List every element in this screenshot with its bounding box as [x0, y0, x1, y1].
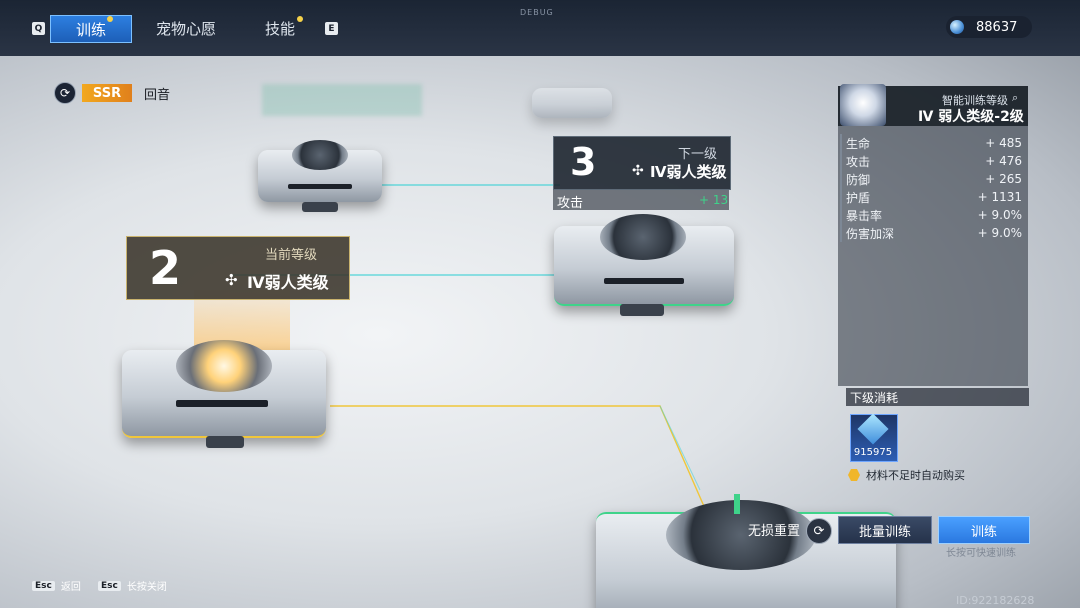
stat-value: + 9.0%: [977, 208, 1022, 222]
stat-name: 攻击: [846, 154, 871, 169]
stats-panel-header: 智能训练等级 ⌕ Ⅳ 弱人类级-2级: [838, 84, 1028, 126]
stat-name: 生命: [846, 136, 871, 151]
stat-name: 伤害加深: [846, 226, 895, 241]
close-label: 长按关闭: [126, 582, 167, 593]
robot-avatar: [840, 84, 886, 126]
cost-quantity: 915975: [853, 447, 893, 458]
currency-value: 88637: [976, 19, 1018, 35]
esc-keycap: Esc: [32, 580, 55, 591]
stat-row: 生命 + 485: [840, 134, 1022, 152]
switch-echo-button[interactable]: ⟳: [54, 82, 76, 104]
esc-keycap: Esc: [98, 580, 121, 591]
train-label: 训练: [970, 524, 997, 540]
stat-name: 防御: [846, 172, 871, 187]
notification-dot: [107, 16, 113, 22]
refresh-icon: ⟳: [59, 86, 71, 100]
refresh-icon: ⟳: [813, 523, 825, 539]
attr-name: 攻击: [557, 196, 584, 211]
stat-divider: [840, 134, 842, 152]
crystal-icon: [950, 20, 964, 34]
back-label: 返回: [60, 582, 81, 593]
stat-name: 暴击率: [846, 208, 883, 223]
cost-title: 下级消耗: [850, 390, 899, 405]
stat-divider: [840, 206, 842, 224]
notification-dot: [297, 16, 303, 22]
next-level-label: 下一级: [678, 147, 718, 162]
stat-divider: [840, 188, 842, 206]
key-hint-q: Q: [32, 22, 45, 35]
next-level-card: 3 下一级 ✣ Ⅳ弱人类级: [553, 136, 731, 190]
search-icon[interactable]: ⌕: [1012, 91, 1018, 105]
stat-divider: [840, 152, 842, 170]
currency-display: 88637: [946, 16, 1032, 38]
stat-value: + 265: [985, 172, 1022, 186]
stat-row: 伤害加深 + 9.0%: [840, 224, 1022, 242]
tab-pet-wish-label: 宠物心愿: [155, 19, 216, 38]
tab-pet-wish[interactable]: 宠物心愿: [146, 15, 226, 41]
stat-value: + 485: [985, 136, 1022, 150]
current-level-label: 当前等级: [265, 248, 318, 263]
train-button[interactable]: 训练: [938, 516, 1030, 544]
rank-icon: ✣: [632, 163, 644, 179]
tab-training-label: 训练: [75, 20, 106, 39]
batch-train-label: 批量训练: [858, 524, 911, 540]
panel-level: Ⅳ 弱人类级-2级: [918, 109, 1024, 125]
next-level-rank: Ⅳ弱人类级: [650, 163, 727, 181]
reset-label: 无损重置: [748, 524, 801, 539]
echo-name: 回音: [144, 87, 171, 103]
stat-row: 护盾 + 1131: [840, 188, 1022, 206]
stat-row: 暴击率 + 9.0%: [840, 206, 1022, 224]
blurred-label: [262, 84, 422, 116]
tab-training[interactable]: 训练: [50, 15, 132, 43]
tab-skills-label: 技能: [264, 19, 295, 38]
attr-value: + 13: [699, 193, 729, 207]
stat-value: + 476: [985, 154, 1022, 168]
cost-header: 下级消耗: [846, 388, 1029, 406]
stat-value: + 9.0%: [977, 226, 1022, 240]
close-hint[interactable]: Esc 长按关闭: [98, 578, 167, 593]
echo-selector: ⟳ SSR 回音: [54, 82, 170, 104]
next-level-attr: 攻击 + 13: [553, 190, 729, 211]
rank-icon: ✣: [225, 271, 238, 289]
current-level-rank: Ⅳ弱人类级: [247, 273, 329, 292]
stat-row: 攻击 + 476: [840, 152, 1022, 170]
debug-label: DEBUG: [520, 8, 554, 17]
training-screen: Q 训练 宠物心愿 技能 E DEBUG 88637 ⟳ SSR 回音 2 当前…: [0, 0, 1080, 608]
auto-buy-label: 材料不足时自动购买: [866, 469, 965, 482]
build-id: ID:922182628: [956, 594, 1035, 607]
current-level-number: 2: [149, 241, 182, 295]
next-level-number: 3: [570, 140, 597, 184]
auto-buy-option[interactable]: 材料不足时自动购买: [848, 467, 965, 483]
back-hint[interactable]: Esc 返回: [32, 578, 81, 593]
current-level-card: 2 当前等级 ✣ Ⅳ弱人类级: [126, 236, 350, 300]
stat-divider: [840, 170, 842, 188]
stat-name: 护盾: [846, 190, 871, 205]
hold-tip: 长按可快速训练: [946, 548, 1016, 559]
key-hint-e: E: [325, 22, 338, 35]
batch-train-button[interactable]: 批量训练: [838, 516, 932, 544]
stat-row: 防御 + 265: [840, 170, 1022, 188]
stat-value: + 1131: [977, 190, 1022, 204]
reset-button[interactable]: ⟳: [806, 518, 832, 544]
rarity-badge: SSR: [82, 84, 132, 102]
stat-divider: [840, 224, 842, 242]
hexagon-icon: [848, 469, 860, 481]
